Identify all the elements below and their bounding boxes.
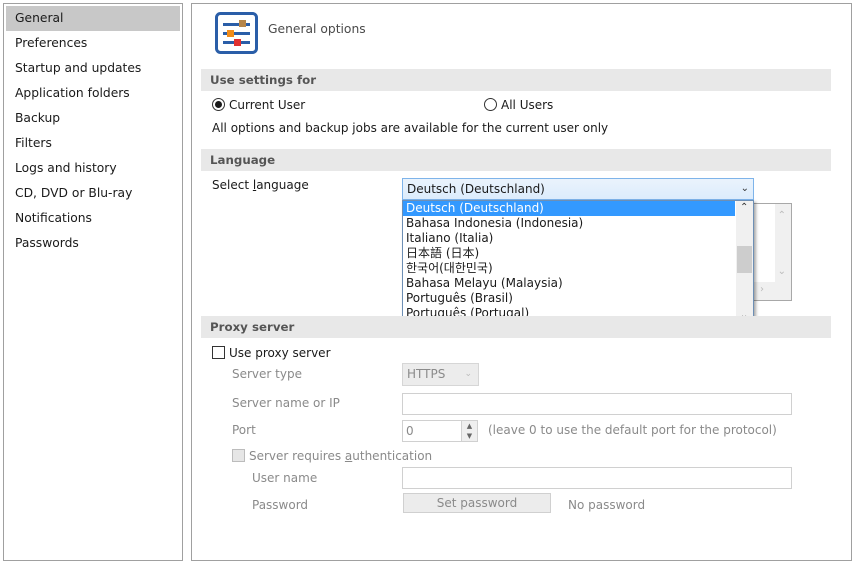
sidebar-item-filters[interactable]: Filters	[6, 131, 180, 156]
use-proxy-checkbox[interactable]: Use proxy server	[212, 346, 331, 360]
password-status: No password	[568, 498, 646, 512]
sidebar-item-general[interactable]: General	[6, 6, 180, 31]
user-name-label: User name	[252, 471, 318, 485]
select-language-label: Select language	[212, 178, 309, 192]
set-password-button[interactable]: Set password	[403, 493, 551, 513]
scroll-up-icon[interactable]: ⌃	[740, 202, 748, 213]
radio-button[interactable]	[484, 98, 497, 111]
language-option[interactable]: 日本語 (日本)	[403, 246, 735, 261]
section-header-language: Language	[201, 149, 831, 171]
server-name-label: Server name or IP	[232, 396, 340, 410]
language-dropdown-list[interactable]: Deutsch (Deutschland) Bahasa Indonesia (…	[402, 200, 754, 323]
section-header-proxy-server: Proxy server	[201, 316, 831, 338]
user-name-input[interactable]	[402, 467, 792, 489]
scroll-up-icon[interactable]: ⌃	[778, 210, 786, 221]
checkbox[interactable]	[212, 346, 225, 359]
sidebar-item-application-folders[interactable]: Application folders	[6, 81, 180, 106]
language-option[interactable]: Português (Brasil)	[403, 291, 735, 306]
label-text: anguage	[256, 178, 309, 192]
chevron-down-icon: ⌄	[464, 369, 472, 379]
server-type-label: Server type	[232, 367, 302, 381]
port-value: 0	[406, 424, 414, 438]
radio-current-user-label: Current User	[229, 98, 306, 112]
port-label: Port	[232, 423, 256, 437]
dropdown-scrollbar[interactable]: ⌃ ⌄	[736, 201, 753, 322]
label-text: Server requires	[249, 449, 345, 463]
port-stepper-buttons[interactable]: ▲ ▼	[461, 421, 477, 441]
sidebar-item-logs-and-history[interactable]: Logs and history	[6, 156, 180, 181]
language-option[interactable]: Bahasa Indonesia (Indonesia)	[403, 216, 735, 231]
port-stepper[interactable]: 0 ▲ ▼	[402, 420, 478, 442]
general-options-panel: General options Use settings for Current…	[191, 3, 852, 561]
port-hint: (leave 0 to use the default port for the…	[488, 423, 777, 437]
checkbox[interactable]	[232, 449, 245, 462]
sidebar-item-preferences[interactable]: Preferences	[6, 31, 180, 56]
increment-icon[interactable]: ▲	[462, 421, 477, 431]
section-header-use-settings: Use settings for	[201, 69, 831, 91]
use-settings-note: All options and backup jobs are availabl…	[212, 121, 609, 135]
label-text: Select	[212, 178, 253, 192]
language-select-value: Deutsch (Deutschland)	[407, 182, 545, 196]
server-auth-checkbox[interactable]: Server requires authentication	[232, 449, 432, 463]
sliders-settings-icon	[215, 12, 258, 54]
use-proxy-label: Use proxy server	[229, 346, 331, 360]
server-type-value: HTTPS	[407, 367, 446, 381]
server-name-input[interactable]	[402, 393, 792, 415]
password-label: Password	[252, 498, 309, 512]
scroll-down-icon[interactable]: ⌄	[778, 266, 786, 277]
sidebar-item-startup-and-updates[interactable]: Startup and updates	[6, 56, 180, 81]
sidebar-item-backup[interactable]: Backup	[6, 106, 180, 131]
language-option[interactable]: 한국어(대한민국)	[403, 261, 735, 276]
language-option[interactable]: Bahasa Melayu (Malaysia)	[403, 276, 735, 291]
language-option[interactable]: Italiano (Italia)	[403, 231, 735, 246]
radio-button-checked[interactable]	[212, 98, 225, 111]
decrement-icon[interactable]: ▼	[462, 431, 477, 441]
sidebar-item-passwords[interactable]: Passwords	[6, 231, 180, 256]
server-type-select[interactable]: HTTPS ⌄	[402, 363, 479, 386]
page-title: General options	[268, 22, 366, 36]
scroll-right-icon[interactable]: ›	[760, 284, 764, 295]
options-sidebar: General Preferences Startup and updates …	[3, 3, 183, 561]
sidebar-item-cd-dvd-bluray[interactable]: CD, DVD or Blu-ray	[6, 181, 180, 206]
radio-current-user[interactable]: Current User	[212, 98, 305, 112]
language-option[interactable]: Deutsch (Deutschland)	[403, 201, 735, 216]
chevron-down-icon[interactable]: ⌄	[741, 179, 749, 199]
scrollbar-thumb[interactable]	[737, 246, 752, 273]
radio-all-users[interactable]: All Users	[484, 98, 553, 112]
radio-all-users-label: All Users	[501, 98, 554, 112]
language-select[interactable]: Deutsch (Deutschland) ⌄	[402, 178, 754, 200]
label-text: uthentication	[352, 449, 433, 463]
sidebar-item-notifications[interactable]: Notifications	[6, 206, 180, 231]
